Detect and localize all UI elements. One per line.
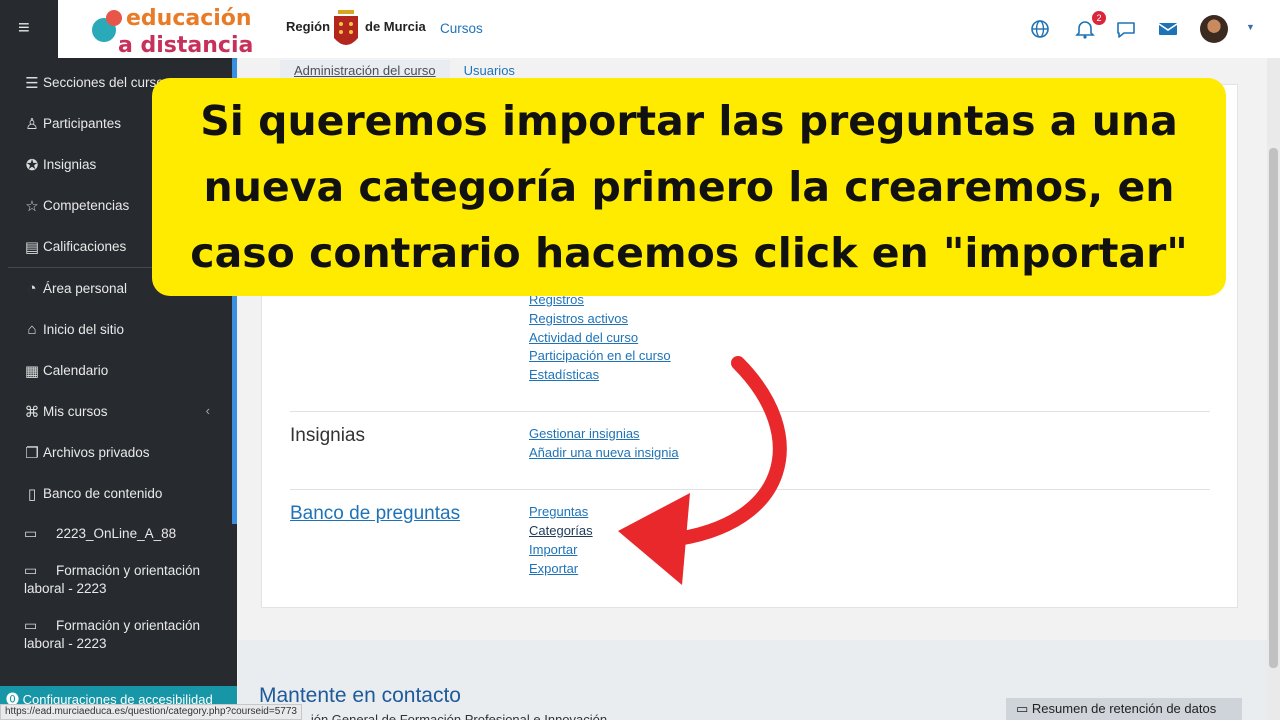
calendar-icon: ▦ [24, 362, 40, 380]
callout-text: Si queremos importar las preguntas a una… [190, 97, 1188, 277]
section-title-insignias: Insignias [290, 425, 365, 446]
sidebar-item-label: Competencias [43, 198, 130, 213]
sidebar-item-label: Mis cursos [43, 404, 108, 419]
region-label-left: Región [286, 19, 331, 34]
link-importar[interactable]: Importar [529, 542, 577, 557]
course-label: 2223_OnLine_A_88 [56, 526, 177, 541]
link-estadisticas[interactable]: Estadísticas [529, 367, 599, 382]
star-icon: ☆ [25, 197, 39, 215]
link-categorias[interactable]: Categorías [529, 523, 593, 538]
home-icon: ⌂ [27, 321, 37, 338]
hamburger-menu-icon[interactable]: ≡ [18, 18, 38, 38]
link-gestionar-insignias[interactable]: Gestionar insignias [529, 426, 640, 441]
sidebar-item-label: Calificaciones [43, 239, 127, 254]
logo-line2: a distancia [118, 33, 253, 56]
data-retention-label: Resumen de retención de datos [1031, 701, 1217, 716]
murcia-crest-icon [334, 10, 358, 45]
logo-line1: educación [126, 6, 252, 31]
folder-icon: ▭ [24, 562, 38, 578]
folder-icon: ▭ [1016, 701, 1032, 716]
link-participacion[interactable]: Participación en el curso [529, 348, 671, 363]
table-icon: ▤ [24, 238, 40, 256]
folder-icon: ▭ [24, 525, 38, 541]
chevron-down-icon[interactable]: ▼ [1246, 22, 1255, 32]
tutorial-callout: Si queremos importar las preguntas a una… [152, 78, 1226, 296]
list-icon: ☰ [25, 74, 39, 92]
sidebar-course-item[interactable]: ▭ Formación y orientación laboral - 2223 [0, 606, 232, 661]
clipboard-icon: ▯ [27, 485, 37, 503]
link-actividad-curso[interactable]: Actividad del curso [529, 330, 638, 345]
sidebar-item-label: Secciones del curso [43, 75, 164, 90]
user-avatar[interactable] [1200, 15, 1228, 43]
badge-icon: ✪ [25, 156, 39, 174]
sidebar-item-banco[interactable]: ▯ Banco de contenido [0, 473, 232, 514]
section-divider [290, 411, 1210, 412]
sidebar-item-archivos[interactable]: ❐ Archivos privados [0, 432, 232, 473]
data-retention-button[interactable]: ▭ Resumen de retención de datos [1006, 698, 1242, 720]
sidebar-item-label: Archivos privados [43, 445, 150, 460]
footer-subtitle: ...ión General de Formación Profesional … [300, 712, 608, 720]
sidebar-item-calendario[interactable]: ▦ Calendario [0, 350, 232, 391]
sidebar-item-inicio[interactable]: ⌂ Inicio del sitio [0, 309, 232, 350]
sidebar-course-item[interactable]: ▭ 2223_OnLine_A_88 [0, 514, 232, 551]
site-logo[interactable]: educación a distancia [88, 2, 278, 56]
dashboard-icon: ◔ [27, 280, 37, 297]
link-nueva-insignia[interactable]: Añadir una nueva insignia [529, 445, 679, 460]
link-preguntas[interactable]: Preguntas [529, 504, 588, 519]
folder-icon: ▭ [24, 617, 38, 633]
users-icon: ♙ [25, 115, 39, 133]
mail-icon[interactable] [1156, 17, 1180, 41]
sidebar-item-label: Insignias [43, 157, 97, 172]
chat-icon[interactable] [1114, 17, 1138, 41]
link-exportar[interactable]: Exportar [529, 561, 578, 576]
cursos-link[interactable]: Cursos [440, 21, 483, 36]
browser-status-url: https://ead.murciaeduca.es/question/cate… [0, 704, 302, 720]
sidebar-course-item[interactable]: ▭ Formación y orientación laboral - 2223 [0, 551, 232, 606]
notification-badge: 2 [1092, 11, 1106, 25]
globe-icon[interactable] [1028, 17, 1052, 41]
graduation-icon: ⌘ [24, 403, 40, 421]
section-title-banco-preguntas[interactable]: Banco de preguntas [290, 503, 460, 525]
sidebar-item-label: Área personal [43, 281, 128, 296]
sidebar-item-label: Inicio del sitio [43, 322, 125, 337]
sidebar-item-label: Calendario [43, 363, 109, 378]
scroll-thumb[interactable] [1269, 148, 1278, 668]
sidebar-item-label: Participantes [43, 116, 122, 131]
chevron-left-icon[interactable]: ‹ [206, 403, 210, 418]
page-scrollbar[interactable] [1267, 58, 1280, 720]
files-icon: ❐ [25, 444, 39, 462]
region-label-right: de Murcia [365, 19, 426, 34]
link-registros-activos[interactable]: Registros activos [529, 311, 628, 326]
sidebar-item-mis-cursos[interactable]: ⌘ Mis cursos ‹ [0, 391, 232, 432]
sidebar-item-label: Banco de contenido [43, 486, 163, 501]
section-divider [290, 489, 1210, 490]
top-header: educación a distancia Región de Murcia C… [58, 0, 1280, 58]
